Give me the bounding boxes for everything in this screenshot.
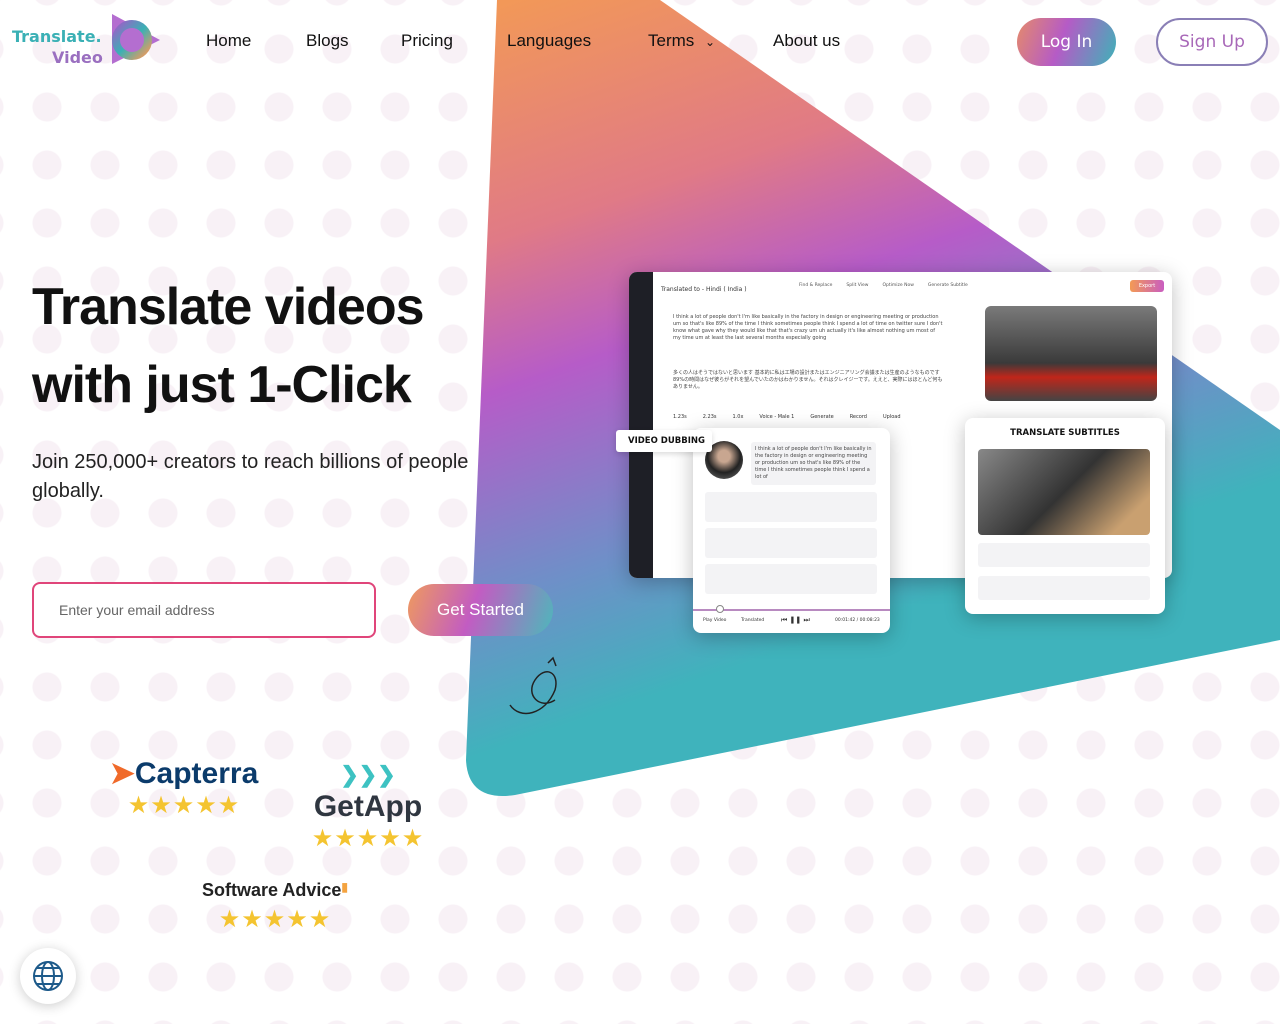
play-video-label: Play Video [703,618,727,623]
playback-time: 00:01:42 / 00:08:23 [835,618,880,623]
ctrl-upload: Upload [882,414,901,420]
toolbar-optimize: Optimize Now [882,283,914,288]
software-advice-stars: ★★★★★ [218,905,332,933]
language-globe-button[interactable] [20,948,76,1004]
login-button[interactable]: Log In [1017,18,1116,66]
dubbing-text: I think a lot of people don't I'm like b… [751,442,876,485]
nav-terms-label: Terms [648,31,695,50]
chevron-down-icon: ⌄ [705,35,716,49]
subtitle-video-preview [978,449,1150,535]
toolbar-split: Split View [846,283,869,288]
video-preview [985,306,1157,401]
nav-blogs[interactable]: Blogs [306,31,349,51]
dub-segment [705,564,877,594]
getapp-chevrons-icon: ❯❯❯ [340,762,396,787]
software-advice-logo: Software Advice▮ [202,880,348,900]
ctrl-generate: Generate [810,414,834,420]
signup-button[interactable]: Sign Up [1156,18,1268,66]
capterra-stars: ★★★★★ [127,791,241,819]
ctrl-record: Record [849,414,867,420]
toolbar-find: Find & Replace [799,283,833,288]
logo[interactable]: Translate. Video [12,12,162,68]
japanese-text: 多くの人はそうではないと思います 基本的に私は工場の設計またはエンジニアリング会… [673,370,943,390]
subtitles-card: TRANSLATE SUBTITLES [965,418,1165,614]
email-input[interactable] [32,582,376,638]
capterra-rating[interactable]: ➤Capterra ★★★★★ [104,756,264,819]
toolbar-subtitle: Generate Subtitle [927,283,968,288]
capterra-arrow-icon: ➤ [109,757,135,790]
progress-handle [716,605,724,613]
capterra-logo: ➤Capterra [109,757,259,790]
top-nav: Translate. Video Home Blogs Pricing Lang… [0,0,1280,84]
nav-pricing[interactable]: Pricing [401,31,453,51]
hero-subtitle: Join 250,000+ creators to reach billions… [32,451,469,502]
nav-home[interactable]: Home [206,31,251,51]
globe-icon [33,961,63,991]
logo-text-2: Video [52,48,103,67]
hero-title-line2: with just 1-Click [32,356,412,414]
nav-terms[interactable]: Terms ⌄ [648,31,715,51]
dub-segment [705,528,877,558]
translated-label: Translated [741,618,765,623]
dub-segment [705,492,877,522]
video-dubbing-label: VIDEO DUBBING [616,430,712,452]
export-button: Export [1130,280,1164,292]
software-advice-rating[interactable]: Software Advice▮ ★★★★★ [190,880,360,933]
dubbing-card: I think a lot of people don't I'm like b… [693,428,890,633]
ctrl-end: 2.23s [702,414,717,420]
getapp-logo: ❯❯❯GetApp [313,762,423,823]
editor-toolbar: Find & Replace Split View Optimize Now G… [799,283,968,288]
nav-about[interactable]: About us [773,31,840,51]
logo-play-icon [112,14,160,64]
nav-languages[interactable]: Languages [507,31,591,51]
ctrl-start: 1.23s [673,414,687,420]
hero-title-line1: Translate videos [32,278,425,336]
get-started-button[interactable]: Get Started [408,584,553,636]
subtitle-line [978,576,1150,600]
getapp-rating[interactable]: ❯❯❯GetApp ★★★★★ [288,756,448,852]
ctrl-speed: 1.0x [732,414,744,420]
editor-sidebar [629,272,653,578]
speech-bubble-icon: ▮ [341,880,348,894]
getapp-stars: ★★★★★ [311,824,425,852]
ctrl-voice: Voice - Male 1 [759,414,795,420]
english-text: I think a lot of people don't I'm like b… [673,314,943,341]
subtitle-line [978,543,1150,567]
translated-to: Translated to - Hindi ( India ) [661,286,747,293]
subtitles-label: TRANSLATE SUBTITLES [1010,428,1120,438]
logo-text-1: Translate. [12,27,102,46]
hero-title: Translate videos with just 1-Click [32,268,492,424]
playback-controls-icon: ⏮ ❚❚ ⏭ [781,616,810,624]
editor-controls: 1.23s 2.23s 1.0x Voice - Male 1 Generate… [673,414,901,420]
